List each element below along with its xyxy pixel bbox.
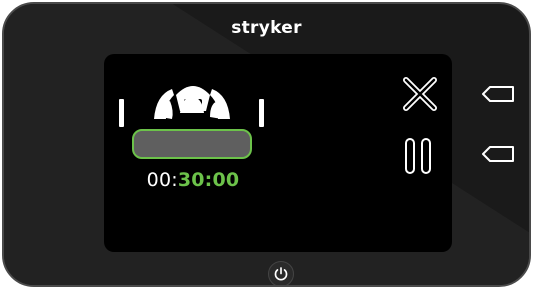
side-button-top[interactable]: [480, 84, 516, 104]
close-icon[interactable]: [400, 74, 440, 114]
countdown-timer: 00:30:00: [128, 169, 258, 191]
device-panel: stryker 00:30:00: [2, 2, 531, 287]
timer-minutes-seconds: 30:00: [177, 169, 240, 191]
brand-logo: stryker: [231, 18, 302, 38]
pause-icon[interactable]: [402, 136, 436, 176]
timer-hours: 00:: [146, 169, 178, 191]
side-button-bottom[interactable]: [480, 144, 516, 164]
progress-pill: [132, 129, 252, 159]
bed-position-icon: [119, 86, 264, 127]
power-icon[interactable]: [268, 261, 294, 287]
